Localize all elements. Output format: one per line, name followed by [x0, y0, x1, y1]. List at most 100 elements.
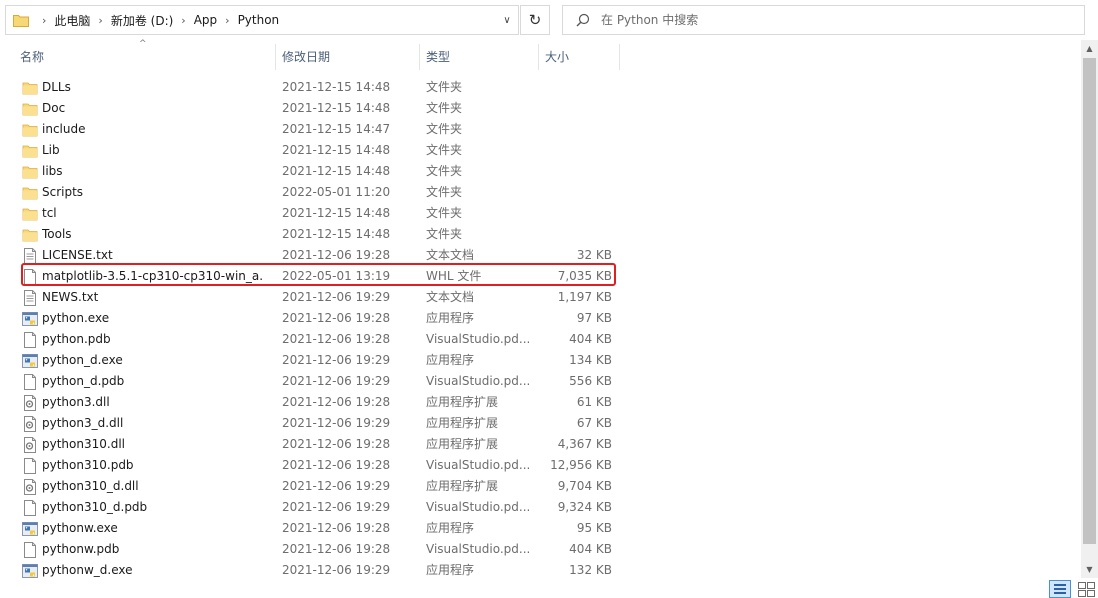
column-header-name[interactable]: 名称 — [14, 44, 276, 70]
chevron-right-icon[interactable]: › — [34, 14, 54, 27]
breadcrumb-python[interactable]: Python — [238, 13, 280, 27]
file-type: 文件夹 — [426, 227, 463, 241]
blank-file-icon — [22, 458, 38, 474]
file-type: 文件夹 — [426, 206, 463, 220]
blank-file-icon — [22, 542, 38, 558]
file-size: 4,367 KB — [557, 437, 612, 451]
file-date: 2021-12-06 19:29 — [282, 563, 391, 577]
file-date: 2021-12-06 19:29 — [282, 500, 391, 514]
file-row[interactable]: python_d.pdb 2021-12-06 19:29 VisualStudio… — [0, 371, 1080, 392]
file-row[interactable]: python310_d.pdb 2021-12-06 19:29 VisualStu… — [0, 497, 1080, 518]
chevron-right-icon[interactable]: › — [90, 14, 110, 27]
file-date: 2021-12-06 19:28 — [282, 521, 391, 535]
file-row[interactable]: python.pdb 2021-12-06 19:28 VisualStudio.p… — [0, 329, 1080, 350]
file-size: 556 KB — [569, 374, 612, 388]
python-exe-icon — [22, 311, 38, 327]
file-type: 文件夹 — [426, 185, 463, 199]
file-row[interactable]: libs 2021-12-15 14:48 文件夹 — [0, 161, 1080, 182]
file-row[interactable]: Lib 2021-12-15 14:48 文件夹 — [0, 140, 1080, 161]
file-size: 97 KB — [576, 311, 612, 325]
file-row[interactable]: python3.dll 2021-12-06 19:28 应用程序扩展 61 KB — [0, 392, 1080, 413]
file-date: 2021-12-15 14:48 — [282, 227, 391, 241]
file-row[interactable]: pythonw_d.exe 2021-12-06 19:29 应用程序 132 KB — [0, 560, 1080, 581]
chevron-right-icon[interactable]: › — [173, 14, 193, 27]
file-date: 2021-12-06 19:29 — [282, 353, 391, 367]
file-row[interactable]: Doc 2021-12-15 14:48 文件夹 — [0, 98, 1080, 119]
file-row[interactable]: tcl 2021-12-15 14:48 文件夹 — [0, 203, 1080, 224]
vertical-scrollbar[interactable]: ▲ ▼ — [1081, 40, 1098, 578]
column-header-type[interactable]: 类型 — [420, 44, 539, 70]
file-type: 文件夹 — [426, 122, 463, 136]
chevron-down-icon[interactable]: ∨ — [496, 6, 518, 34]
file-date: 2021-12-15 14:48 — [282, 80, 391, 94]
file-row[interactable]: python310.pdb 2021-12-06 19:28 VisualStudi… — [0, 455, 1080, 476]
folder-icon — [22, 122, 38, 138]
folder-icon — [22, 206, 38, 222]
file-date: 2021-12-15 14:48 — [282, 164, 391, 178]
breadcrumb-drive-d[interactable]: 新加卷 (D:) — [111, 12, 173, 29]
file-type: 应用程序 — [426, 311, 475, 325]
file-name: python310_d.pdb — [42, 500, 148, 514]
file-date: 2021-12-06 19:29 — [282, 416, 391, 430]
chevron-right-icon[interactable]: › — [217, 14, 237, 27]
address-bar[interactable]: › 此电脑 › 新加卷 (D:) › App › Python ∨ — [5, 5, 519, 35]
file-type: 应用程序 — [426, 563, 475, 577]
file-date: 2021-12-06 19:29 — [282, 290, 391, 304]
file-type: VisualStudio.pd... — [426, 332, 531, 346]
file-type: 文件夹 — [426, 164, 463, 178]
refresh-button[interactable]: ↻ — [520, 5, 550, 35]
file-date: 2021-12-15 14:48 — [282, 206, 391, 220]
file-type: 应用程序扩展 — [426, 416, 499, 430]
file-name: pythonw_d.exe — [42, 563, 133, 577]
folder-icon — [22, 164, 38, 180]
text-file-icon — [22, 290, 38, 306]
file-type: VisualStudio.pd... — [426, 374, 531, 388]
file-row[interactable]: DLLs 2021-12-15 14:48 文件夹 — [0, 77, 1080, 98]
file-type: 文件夹 — [426, 143, 463, 157]
file-row[interactable]: Scripts 2022-05-01 11:20 文件夹 — [0, 182, 1080, 203]
file-name: DLLs — [42, 80, 71, 94]
file-row[interactable]: python_d.exe 2021-12-06 19:29 应用程序 134 KB — [0, 350, 1080, 371]
file-size: 404 KB — [569, 332, 612, 346]
column-header-size[interactable]: 大小 — [539, 44, 620, 70]
file-list: DLLs 2021-12-15 14:48 文件夹 Doc 2021-12-15 14:… — [0, 77, 1080, 581]
details-view-button[interactable] — [1049, 580, 1071, 598]
file-row[interactable]: NEWS.txt 2021-12-06 19:29 文本文档 1,197 KB — [0, 287, 1080, 308]
file-row[interactable]: python3_d.dll 2021-12-06 19:29 应用程序扩展 67 KB — [0, 413, 1080, 434]
file-date: 2021-12-06 19:28 — [282, 437, 391, 451]
file-size: 95 KB — [576, 521, 612, 535]
search-icon — [576, 13, 590, 27]
folder-icon — [22, 143, 38, 159]
file-name: python.pdb — [42, 332, 111, 346]
file-size: 132 KB — [569, 563, 612, 577]
file-row[interactable]: pythonw.pdb 2021-12-06 19:28 VisualStudio.… — [0, 539, 1080, 560]
file-size: 9,704 KB — [557, 479, 612, 493]
file-row[interactable]: python310.dll 2021-12-06 19:28 应用程序扩展 4,367… — [0, 434, 1080, 455]
file-date: 2021-12-06 19:29 — [282, 479, 391, 493]
file-row[interactable]: Tools 2021-12-15 14:48 文件夹 — [0, 224, 1080, 245]
breadcrumb-app[interactable]: App — [194, 13, 217, 27]
file-name: python3_d.dll — [42, 416, 124, 430]
folder-icon — [22, 80, 38, 96]
highlight-box — [21, 263, 616, 286]
file-date: 2021-12-06 19:28 — [282, 542, 391, 556]
search-input[interactable] — [601, 10, 1071, 30]
scroll-up-icon[interactable]: ▲ — [1081, 40, 1098, 57]
scroll-down-icon[interactable]: ▼ — [1081, 561, 1098, 578]
file-size: 61 KB — [576, 395, 612, 409]
column-header-date[interactable]: 修改日期 — [276, 44, 420, 70]
large-icons-view-button[interactable] — [1075, 580, 1097, 598]
file-name: include — [42, 122, 86, 136]
file-row[interactable]: pythonw.exe 2021-12-06 19:28 应用程序 95 KB — [0, 518, 1080, 539]
column-divider[interactable] — [619, 44, 620, 70]
breadcrumb-this-pc[interactable]: 此电脑 — [54, 12, 90, 29]
search-box[interactable] — [562, 5, 1085, 35]
scrollbar-thumb[interactable] — [1083, 58, 1096, 544]
file-row[interactable]: python.exe 2021-12-06 19:28 应用程序 97 KB — [0, 308, 1080, 329]
file-row[interactable]: python310_d.dll 2021-12-06 19:29 应用程序扩展 9,7… — [0, 476, 1080, 497]
breadcrumb: › 此电脑 › 新加卷 (D:) › App › Python — [34, 6, 279, 34]
file-type: 文本文档 — [426, 290, 475, 304]
file-type: 应用程序扩展 — [426, 395, 499, 409]
file-row[interactable]: include 2021-12-15 14:47 文件夹 — [0, 119, 1080, 140]
folder-icon — [22, 101, 38, 117]
